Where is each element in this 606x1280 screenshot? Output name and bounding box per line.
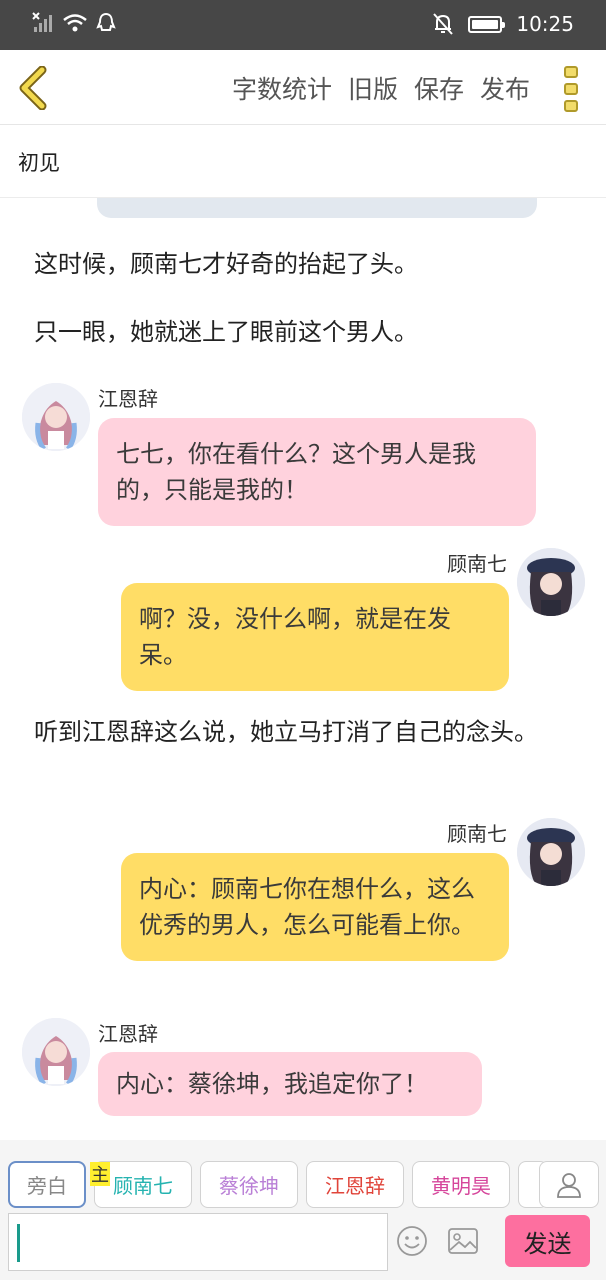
battery-icon — [468, 15, 506, 33]
publish-button[interactable]: 发布 — [480, 70, 530, 106]
message-bubble[interactable]: 啊？没，没什么啊，就是在发呆。 — [121, 583, 509, 691]
no-signal-icon — [32, 12, 52, 32]
role-chip-narrator[interactable]: 旁白 — [8, 1161, 86, 1208]
role-label: 黄明昊 — [431, 1174, 491, 1198]
narration-text: 只一眼，她就迷上了眼前这个男人。 — [34, 318, 418, 346]
avatar-gu-nanqi[interactable] — [517, 548, 585, 616]
qq-icon — [96, 12, 116, 31]
back-arrow-icon[interactable] — [16, 66, 50, 110]
clock: 10:25 — [516, 12, 574, 36]
message-bubble[interactable]: 内心：蔡徐坤，我追定你了！ — [98, 1052, 482, 1116]
speaker-name: 江恩辞 — [98, 1022, 158, 1046]
image-icon[interactable] — [447, 1227, 479, 1255]
avatar-gu-nanqi[interactable] — [517, 818, 585, 886]
top-toolbar: 字数统计 旧版 保存 发布 — [0, 50, 606, 125]
host-tag: 主 — [90, 1162, 110, 1186]
chat-content[interactable]: 这时候，顾南七才好奇的抬起了头。 只一眼，她就迷上了眼前这个男人。 江恩辞 七七… — [0, 198, 606, 1140]
word-count-button[interactable]: 字数统计 — [232, 70, 332, 106]
text-caret — [17, 1224, 20, 1262]
status-bar: 10:25 — [0, 0, 606, 50]
role-label: 顾南七 — [113, 1174, 173, 1198]
emoji-icon[interactable] — [396, 1225, 428, 1257]
role-chip-jiang-enci[interactable]: 江恩辞 — [306, 1161, 404, 1208]
role-manage-button[interactable] — [539, 1161, 599, 1208]
narration-text: 听到江恩辞这么说，她立马打消了自己的念头。 — [34, 718, 538, 746]
person-icon — [557, 1172, 581, 1198]
chapter-title[interactable]: 初见 — [0, 126, 606, 198]
more-menu-icon[interactable] — [564, 66, 580, 112]
avatar-jiang-enci[interactable] — [22, 383, 90, 451]
wifi-icon — [63, 14, 87, 32]
send-button[interactable]: 发送 — [505, 1215, 590, 1267]
role-chip-cai-xukun[interactable]: 蔡徐坤 — [200, 1161, 298, 1208]
role-chip-huang-minghao[interactable]: 黄明昊 — [412, 1161, 510, 1208]
role-label: 旁白 — [27, 1174, 67, 1198]
input-bar: 发送 — [0, 1210, 606, 1280]
previous-bubble — [97, 198, 537, 218]
narration-text: 这时候，顾南七才好奇的抬起了头。 — [34, 250, 418, 278]
avatar-jiang-enci[interactable] — [22, 1018, 90, 1086]
speaker-name: 顾南七 — [447, 552, 507, 576]
message-bubble[interactable]: 内心：顾南七你在想什么，这么优秀的男人，怎么可能看上你。 — [121, 853, 509, 961]
speaker-name: 江恩辞 — [98, 387, 158, 411]
bell-off-icon — [433, 13, 454, 35]
message-input[interactable] — [8, 1213, 388, 1271]
old-version-button[interactable]: 旧版 — [348, 70, 398, 106]
role-label: 江恩辞 — [325, 1174, 385, 1198]
speaker-name: 顾南七 — [447, 822, 507, 846]
message-bubble[interactable]: 七七，你在看什么？这个男人是我的，只能是我的！ — [98, 418, 536, 526]
role-label: 蔡徐坤 — [219, 1174, 279, 1198]
save-button[interactable]: 保存 — [414, 70, 464, 106]
